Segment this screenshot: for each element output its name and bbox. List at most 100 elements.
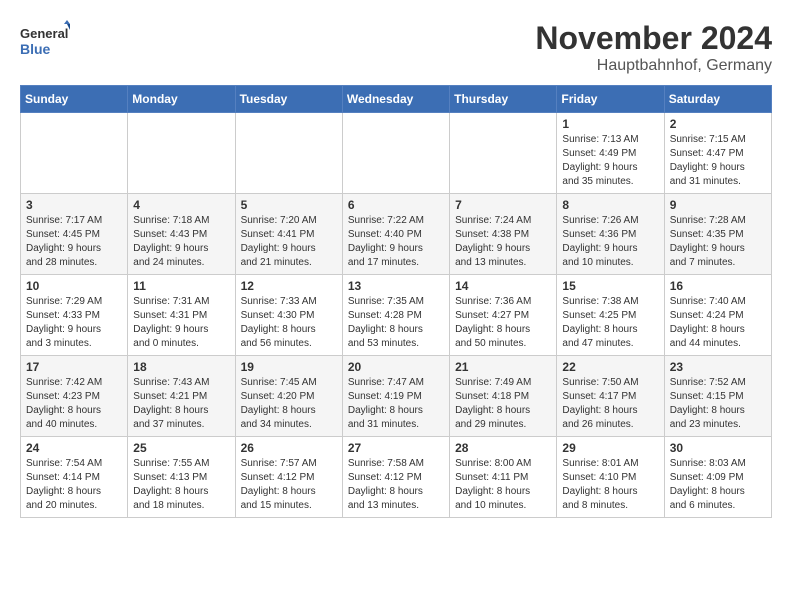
day-number: 8 xyxy=(562,198,658,212)
weekday-header-row: SundayMondayTuesdayWednesdayThursdayFrid… xyxy=(21,86,772,113)
day-info: Sunrise: 7:57 AM Sunset: 4:12 PM Dayligh… xyxy=(241,457,337,513)
calendar-cell: 1Sunrise: 7:13 AM Sunset: 4:49 PM Daylig… xyxy=(557,113,664,194)
title-area: November 2024 Hauptbahnhof, Germany xyxy=(535,20,772,75)
day-number: 4 xyxy=(133,198,229,212)
day-info: Sunrise: 8:01 AM Sunset: 4:10 PM Dayligh… xyxy=(562,457,658,513)
calendar-cell: 12 Sunrise: 7:33 AM Sunset: 4:30 PM Dayli… xyxy=(235,275,342,356)
day-number: 25 xyxy=(133,441,229,455)
day-info: Sunrise: 7:17 AM Sunset: 4:45 PM Dayligh… xyxy=(26,214,122,270)
calendar-cell: 21Sunrise: 7:49 AM Sunset: 4:18 PM Dayli… xyxy=(450,356,557,437)
logo: General Blue xyxy=(20,20,70,64)
logo-svg: General Blue xyxy=(20,20,70,64)
calendar-week-row: 1Sunrise: 7:13 AM Sunset: 4:49 PM Daylig… xyxy=(21,113,772,194)
day-number: 22 xyxy=(562,360,658,374)
day-number: 15 xyxy=(562,279,658,293)
day-number: 10 xyxy=(26,279,122,293)
day-number: 29 xyxy=(562,441,658,455)
day-info: Sunrise: 7:35 AM Sunset: 4:28 PM Dayligh… xyxy=(348,295,444,351)
weekday-header-cell: Thursday xyxy=(450,86,557,113)
day-number: 17 xyxy=(26,360,122,374)
calendar-cell: 26 Sunrise: 7:57 AM Sunset: 4:12 PM Dayli… xyxy=(235,437,342,518)
day-info: Sunrise: 7:15 AM Sunset: 4:47 PM Dayligh… xyxy=(670,133,766,189)
day-number: 3 xyxy=(26,198,122,212)
weekday-header-cell: Saturday xyxy=(664,86,771,113)
calendar-cell: 2 Sunrise: 7:15 AM Sunset: 4:47 PM Daylig… xyxy=(664,113,771,194)
calendar-cell: 16Sunrise: 7:40 AM Sunset: 4:24 PM Dayli… xyxy=(664,275,771,356)
day-info: Sunrise: 8:03 AM Sunset: 4:09 PM Dayligh… xyxy=(670,457,766,513)
day-info: Sunrise: 7:22 AM Sunset: 4:40 PM Dayligh… xyxy=(348,214,444,270)
calendar-week-row: 10Sunrise: 7:29 AM Sunset: 4:33 PM Dayli… xyxy=(21,275,772,356)
day-info: Sunrise: 7:26 AM Sunset: 4:36 PM Dayligh… xyxy=(562,214,658,270)
svg-text:Blue: Blue xyxy=(20,41,51,57)
calendar-cell: 13 Sunrise: 7:35 AM Sunset: 4:28 PM Dayli… xyxy=(342,275,449,356)
day-number: 14 xyxy=(455,279,551,293)
weekday-header-cell: Monday xyxy=(128,86,235,113)
calendar-cell: 9Sunrise: 7:28 AM Sunset: 4:35 PM Daylig… xyxy=(664,194,771,275)
calendar-cell: 3 Sunrise: 7:17 AM Sunset: 4:45 PM Daylig… xyxy=(21,194,128,275)
day-info: Sunrise: 7:13 AM Sunset: 4:49 PM Dayligh… xyxy=(562,133,658,189)
calendar-cell xyxy=(342,113,449,194)
day-number: 13 xyxy=(348,279,444,293)
day-info: Sunrise: 7:47 AM Sunset: 4:19 PM Dayligh… xyxy=(348,376,444,432)
day-number: 24 xyxy=(26,441,122,455)
calendar-cell xyxy=(235,113,342,194)
calendar-table: SundayMondayTuesdayWednesdayThursdayFrid… xyxy=(20,85,772,518)
calendar-cell: 18Sunrise: 7:43 AM Sunset: 4:21 PM Dayli… xyxy=(128,356,235,437)
calendar-cell: 6 Sunrise: 7:22 AM Sunset: 4:40 PM Daylig… xyxy=(342,194,449,275)
calendar-cell xyxy=(128,113,235,194)
calendar-cell: 19Sunrise: 7:45 AM Sunset: 4:20 PM Dayli… xyxy=(235,356,342,437)
day-info: Sunrise: 7:58 AM Sunset: 4:12 PM Dayligh… xyxy=(348,457,444,513)
day-number: 9 xyxy=(670,198,766,212)
calendar-cell: 30 Sunrise: 8:03 AM Sunset: 4:09 PM Dayli… xyxy=(664,437,771,518)
calendar-cell: 29 Sunrise: 8:01 AM Sunset: 4:10 PM Dayli… xyxy=(557,437,664,518)
day-number: 21 xyxy=(455,360,551,374)
calendar-cell: 11 Sunrise: 7:31 AM Sunset: 4:31 PM Dayli… xyxy=(128,275,235,356)
day-info: Sunrise: 7:24 AM Sunset: 4:38 PM Dayligh… xyxy=(455,214,551,270)
calendar-cell: 27Sunrise: 7:58 AM Sunset: 4:12 PM Dayli… xyxy=(342,437,449,518)
calendar-cell: 7 Sunrise: 7:24 AM Sunset: 4:38 PM Daylig… xyxy=(450,194,557,275)
calendar-cell: 20 Sunrise: 7:47 AM Sunset: 4:19 PM Dayli… xyxy=(342,356,449,437)
weekday-header-cell: Wednesday xyxy=(342,86,449,113)
day-number: 19 xyxy=(241,360,337,374)
calendar-cell: 8 Sunrise: 7:26 AM Sunset: 4:36 PM Daylig… xyxy=(557,194,664,275)
day-info: Sunrise: 7:31 AM Sunset: 4:31 PM Dayligh… xyxy=(133,295,229,351)
day-info: Sunrise: 7:38 AM Sunset: 4:25 PM Dayligh… xyxy=(562,295,658,351)
day-info: Sunrise: 7:40 AM Sunset: 4:24 PM Dayligh… xyxy=(670,295,766,351)
calendar-week-row: 17 Sunrise: 7:42 AM Sunset: 4:23 PM Dayli… xyxy=(21,356,772,437)
day-number: 6 xyxy=(348,198,444,212)
day-number: 2 xyxy=(670,117,766,131)
day-info: Sunrise: 7:43 AM Sunset: 4:21 PM Dayligh… xyxy=(133,376,229,432)
calendar-cell: 17 Sunrise: 7:42 AM Sunset: 4:23 PM Dayli… xyxy=(21,356,128,437)
day-info: Sunrise: 7:55 AM Sunset: 4:13 PM Dayligh… xyxy=(133,457,229,513)
calendar-cell: 5Sunrise: 7:20 AM Sunset: 4:41 PM Daylig… xyxy=(235,194,342,275)
calendar-cell: 10Sunrise: 7:29 AM Sunset: 4:33 PM Dayli… xyxy=(21,275,128,356)
calendar-week-row: 24 Sunrise: 7:54 AM Sunset: 4:14 PM Dayli… xyxy=(21,437,772,518)
weekday-header-cell: Tuesday xyxy=(235,86,342,113)
day-info: Sunrise: 7:50 AM Sunset: 4:17 PM Dayligh… xyxy=(562,376,658,432)
day-info: Sunrise: 7:18 AM Sunset: 4:43 PM Dayligh… xyxy=(133,214,229,270)
day-number: 7 xyxy=(455,198,551,212)
calendar-cell xyxy=(450,113,557,194)
day-info: Sunrise: 8:00 AM Sunset: 4:11 PM Dayligh… xyxy=(455,457,551,513)
day-info: Sunrise: 7:20 AM Sunset: 4:41 PM Dayligh… xyxy=(241,214,337,270)
day-number: 20 xyxy=(348,360,444,374)
day-info: Sunrise: 7:52 AM Sunset: 4:15 PM Dayligh… xyxy=(670,376,766,432)
calendar-cell: 25 Sunrise: 7:55 AM Sunset: 4:13 PM Dayli… xyxy=(128,437,235,518)
day-number: 23 xyxy=(670,360,766,374)
day-number: 28 xyxy=(455,441,551,455)
weekday-header-cell: Sunday xyxy=(21,86,128,113)
month-title: November 2024 xyxy=(535,20,772,57)
calendar-cell xyxy=(21,113,128,194)
day-number: 30 xyxy=(670,441,766,455)
day-info: Sunrise: 7:33 AM Sunset: 4:30 PM Dayligh… xyxy=(241,295,337,351)
calendar-cell: 28 Sunrise: 8:00 AM Sunset: 4:11 PM Dayli… xyxy=(450,437,557,518)
day-number: 26 xyxy=(241,441,337,455)
calendar-cell: 4 Sunrise: 7:18 AM Sunset: 4:43 PM Daylig… xyxy=(128,194,235,275)
calendar-cell: 15 Sunrise: 7:38 AM Sunset: 4:25 PM Dayli… xyxy=(557,275,664,356)
day-number: 12 xyxy=(241,279,337,293)
day-info: Sunrise: 7:54 AM Sunset: 4:14 PM Dayligh… xyxy=(26,457,122,513)
header: General Blue November 2024 Hauptbahnhof,… xyxy=(20,20,772,75)
day-info: Sunrise: 7:42 AM Sunset: 4:23 PM Dayligh… xyxy=(26,376,122,432)
day-number: 11 xyxy=(133,279,229,293)
day-info: Sunrise: 7:36 AM Sunset: 4:27 PM Dayligh… xyxy=(455,295,551,351)
